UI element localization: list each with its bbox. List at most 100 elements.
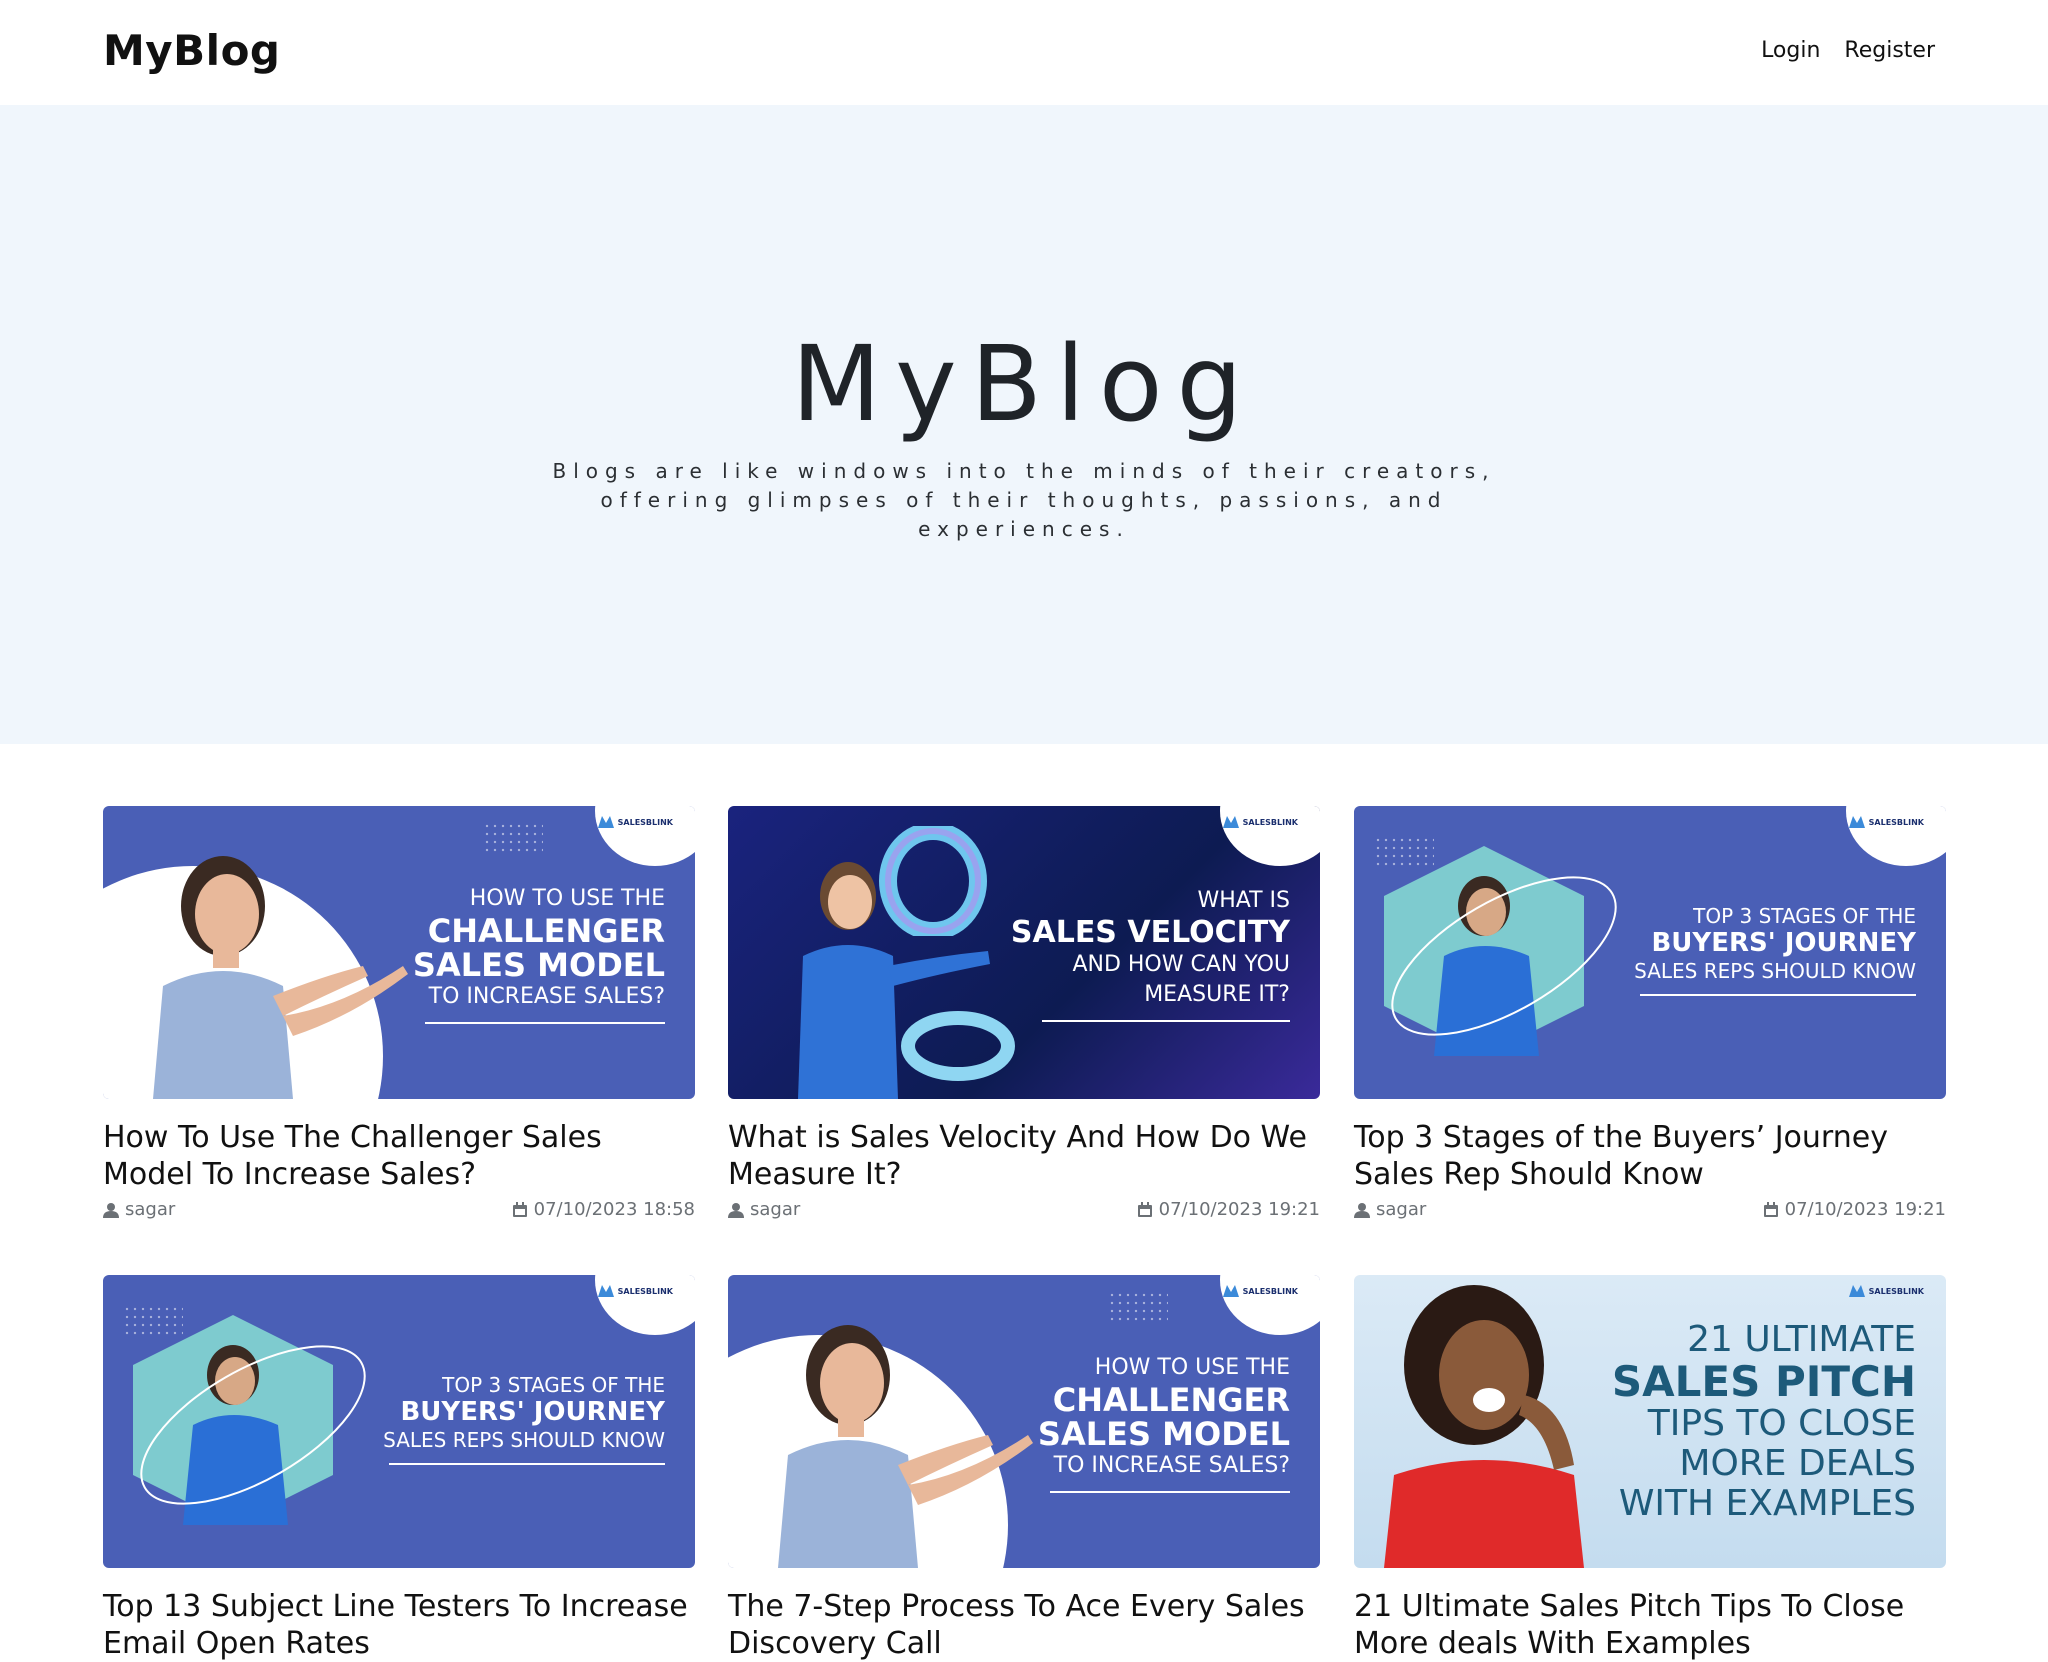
banner-dots (483, 822, 543, 852)
banner-line: HOW TO USE THE (1094, 1355, 1290, 1380)
post-thumbnail[interactable]: TOP 3 STAGES OF THE BUYERS' JOURNEY SALE… (103, 1275, 695, 1568)
author-name: sagar (125, 1199, 176, 1220)
banner-line: BUYERS' JOURNEY (400, 1397, 665, 1427)
date-text: 07/10/2023 18:58 (533, 1199, 695, 1220)
date-text: 07/10/2023 19:21 (1784, 1199, 1946, 1220)
woman-pointing-image (798, 862, 990, 1099)
logo-badge (595, 806, 695, 866)
post-card[interactable]: HOW TO USE THE CHALLENGER SALES MODEL TO… (103, 806, 695, 1220)
banner-line: SALES MODEL (1037, 1415, 1290, 1453)
post-date: 07/10/2023 19:21 (1137, 1199, 1320, 1220)
banner-line: CHALLENGER (1052, 1381, 1290, 1419)
woman-excited-image (1384, 1285, 1584, 1568)
post-meta: sagar 07/10/2023 19:21 (728, 1199, 1320, 1220)
logo-text: SALESBLINK (1242, 817, 1298, 827)
post-card[interactable]: HOW TO USE THE CHALLENGER SALES MODEL TO… (728, 1275, 1320, 1662)
brand-link[interactable]: MyBlog (103, 26, 281, 75)
banner-underline (1050, 1491, 1290, 1493)
banner-line: SALES PITCH (1611, 1357, 1916, 1406)
post-author: sagar (728, 1199, 800, 1220)
banner-line: MEASURE IT? (1144, 982, 1290, 1007)
post-meta: sagar 07/10/2023 18:58 (103, 1199, 695, 1220)
banner-line: SALES REPS SHOULD KNOW (1634, 959, 1916, 983)
logo-text: SALESBLINK (617, 817, 673, 827)
banner-line: MORE DEALS (1679, 1443, 1916, 1484)
user-icon (1354, 1202, 1370, 1218)
post-card[interactable]: 21 ULTIMATE SALES PITCH TIPS TO CLOSE MO… (1354, 1275, 1946, 1662)
salesblink-mark-icon (597, 816, 614, 828)
logo-badge (1220, 806, 1320, 866)
salesblink-logo: SALESBLINK (1848, 816, 1924, 828)
logo-text: SALESBLINK (1868, 1286, 1924, 1296)
salesblink-logo: SALESBLINK (1848, 1285, 1924, 1297)
banner-line: WHAT IS (1197, 888, 1290, 913)
post-title[interactable]: What is Sales Velocity And How Do We Mea… (728, 1119, 1320, 1193)
calendar-icon (512, 1201, 527, 1217)
nav-links: Login Register (1761, 38, 1935, 63)
author-name: sagar (750, 1199, 801, 1220)
user-icon (728, 1202, 744, 1218)
banner-underline (1640, 994, 1916, 996)
post-title[interactable]: How To Use The Challenger Sales Model To… (103, 1119, 695, 1193)
woman-pointing-image (778, 1325, 1033, 1568)
post-thumbnail[interactable]: WHAT IS SALES VELOCITY AND HOW CAN YOU M… (728, 806, 1320, 1099)
post-thumbnail[interactable]: HOW TO USE THE CHALLENGER SALES MODEL TO… (103, 806, 695, 1099)
post-author: sagar (103, 1199, 175, 1220)
banner-text: TOP 3 STAGES OF THE BUYERS' JOURNEY SALE… (1634, 904, 1916, 996)
salesblink-logo: SALESBLINK (597, 816, 673, 828)
post-card[interactable]: TOP 3 STAGES OF THE BUYERS' JOURNEY SALE… (103, 1275, 695, 1662)
banner-dots (1108, 1291, 1168, 1321)
banner-line: SALES MODEL (412, 946, 665, 984)
post-title[interactable]: Top 3 Stages of the Buyers’ Journey Sale… (1354, 1119, 1946, 1193)
logo-text: SALESBLINK (1868, 817, 1924, 827)
salesblink-mark-icon (1848, 816, 1865, 828)
banner-line: TIPS TO CLOSE (1647, 1403, 1916, 1444)
post-date: 07/10/2023 19:21 (1763, 1199, 1946, 1220)
woman-pointing-image (153, 856, 408, 1099)
author-name: sagar (1376, 1199, 1427, 1220)
post-author: sagar (1354, 1199, 1426, 1220)
calendar-icon (1763, 1201, 1778, 1217)
logo-badge (1220, 1275, 1320, 1335)
banner-line: SALES REPS SHOULD KNOW (383, 1428, 665, 1452)
salesblink-logo: SALESBLINK (597, 1285, 673, 1297)
banner-line: TO INCREASE SALES? (1053, 1453, 1290, 1478)
post-date: 07/10/2023 18:58 (512, 1199, 695, 1220)
banner-line: WITH EXAMPLES (1618, 1483, 1916, 1524)
salesblink-mark-icon (597, 1285, 614, 1297)
banner-line: SALES VELOCITY (1010, 915, 1290, 950)
salesblink-logo: SALESBLINK (1222, 816, 1298, 828)
post-card[interactable]: TOP 3 STAGES OF THE BUYERS' JOURNEY SALE… (1354, 806, 1946, 1220)
navbar: MyBlog Login Register (0, 0, 2048, 105)
post-thumbnail[interactable]: 21 ULTIMATE SALES PITCH TIPS TO CLOSE MO… (1354, 1275, 1946, 1568)
post-title[interactable]: 21 Ultimate Sales Pitch Tips To Close Mo… (1354, 1588, 1946, 1662)
calendar-icon (1137, 1201, 1152, 1217)
register-link[interactable]: Register (1844, 38, 1935, 63)
banner-line: BUYERS' JOURNEY (1651, 928, 1916, 958)
banner-text: HOW TO USE THE CHALLENGER SALES MODEL TO… (1038, 1353, 1290, 1493)
banner-text: TOP 3 STAGES OF THE BUYERS' JOURNEY SALE… (383, 1373, 665, 1465)
post-title[interactable]: The 7-Step Process To Ace Every Sales Di… (728, 1588, 1320, 1662)
date-text: 07/10/2023 19:21 (1158, 1199, 1320, 1220)
logo-text: SALESBLINK (617, 1286, 673, 1296)
banner-text: 21 ULTIMATE SALES PITCH TIPS TO CLOSE MO… (1612, 1320, 1916, 1524)
post-title[interactable]: Top 13 Subject Line Testers To Increase … (103, 1588, 695, 1662)
salesblink-mark-icon (1848, 1285, 1865, 1297)
salesblink-mark-icon (1222, 1285, 1239, 1297)
banner-line: AND HOW CAN YOU (1072, 952, 1290, 977)
user-icon (103, 1202, 119, 1218)
hero-subtitle: Blogs are like windows into the minds of… (552, 459, 1496, 541)
banner-underline (425, 1022, 665, 1024)
logo-text: SALESBLINK (1242, 1286, 1298, 1296)
post-card[interactable]: WHAT IS SALES VELOCITY AND HOW CAN YOU M… (728, 806, 1320, 1220)
banner-line: HOW TO USE THE (469, 886, 665, 911)
hero-section: MyBlog Blogs are like windows into the m… (0, 105, 2048, 744)
post-thumbnail[interactable]: TOP 3 STAGES OF THE BUYERS' JOURNEY SALE… (1354, 806, 1946, 1099)
banner-line: TOP 3 STAGES OF THE (442, 1373, 665, 1397)
post-thumbnail[interactable]: HOW TO USE THE CHALLENGER SALES MODEL TO… (728, 1275, 1320, 1568)
banner-text: HOW TO USE THE CHALLENGER SALES MODEL TO… (413, 884, 665, 1024)
woman-hexagon-image (1384, 846, 1617, 1056)
banner-underline (1042, 1020, 1290, 1022)
login-link[interactable]: Login (1761, 38, 1820, 63)
logo-badge (595, 1275, 695, 1335)
